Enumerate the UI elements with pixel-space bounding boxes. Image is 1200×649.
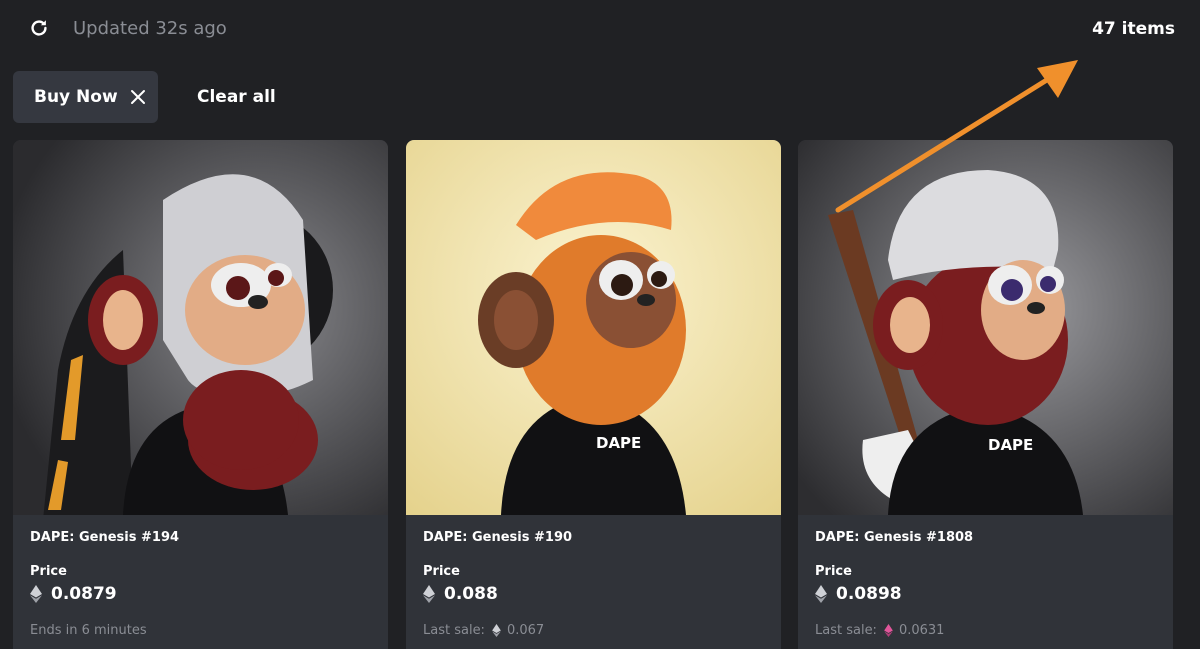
ethereum-icon <box>492 624 501 637</box>
price-row: 0.088 <box>423 584 498 604</box>
svg-text:DAPE: DAPE <box>988 436 1033 454</box>
clear-all-button[interactable]: Clear all <box>197 85 276 109</box>
last-sale-value: 0.0631 <box>898 623 945 638</box>
price-label: Price <box>423 564 460 579</box>
svg-text:DAPE: DAPE <box>596 434 641 452</box>
card-details: DAPE: Genesis #194 Price 0.0879 Ends in … <box>13 515 388 649</box>
filter-chip-label: Buy Now <box>34 87 118 107</box>
nft-card[interactable]: DAPE DAPE: Genesis #1808 Price 0.0898 La <box>798 140 1173 649</box>
nft-name[interactable]: DAPE: Genesis #1808 <box>815 530 973 545</box>
price-row: 0.0898 <box>815 584 902 604</box>
nft-image[interactable]: *FLOOR* <box>13 140 388 515</box>
last-sale-label: Last sale: <box>815 623 877 638</box>
last-sale: Last sale: 0.067 <box>423 623 544 638</box>
nft-card[interactable]: *FLOOR* DAPE: Genesis #194 Price <box>13 140 388 649</box>
nft-name[interactable]: DAPE: Genesis #190 <box>423 530 572 545</box>
results-header: Updated 32s ago 47 items <box>0 0 1200 58</box>
nft-name[interactable]: DAPE: Genesis #194 <box>30 530 179 545</box>
refresh-icon[interactable] <box>28 17 50 39</box>
nft-image[interactable]: DAPE <box>406 140 781 515</box>
ethereum-icon <box>815 585 827 603</box>
auction-status: Ends in 6 minutes <box>30 623 147 638</box>
price-label: Price <box>815 564 852 579</box>
ethereum-icon <box>884 624 893 637</box>
item-count: 47 items <box>1092 19 1175 39</box>
price-value: 0.0898 <box>836 584 902 604</box>
ethereum-icon <box>30 585 42 603</box>
card-details: DAPE: Genesis #190 Price 0.088 Last sale… <box>406 515 781 649</box>
nft-image[interactable]: DAPE <box>798 140 1173 515</box>
ethereum-icon <box>423 585 435 603</box>
price-row: 0.0879 <box>30 584 117 604</box>
last-sale-value: 0.067 <box>506 623 545 638</box>
last-sale-label: Last sale: <box>423 623 485 638</box>
buy-now-filter-chip[interactable]: Buy Now <box>13 71 158 123</box>
nft-card[interactable]: DAPE DAPE: Genesis #190 Price 0.088 Last… <box>406 140 781 649</box>
price-value: 0.088 <box>444 584 498 604</box>
close-icon[interactable] <box>130 89 146 105</box>
card-details: DAPE: Genesis #1808 Price 0.0898 Last sa… <box>798 515 1173 649</box>
updated-timestamp: Updated 32s ago <box>73 18 227 39</box>
price-label: Price <box>30 564 67 579</box>
last-sale: Last sale: 0.0631 <box>815 623 944 638</box>
price-value: 0.0879 <box>51 584 117 604</box>
